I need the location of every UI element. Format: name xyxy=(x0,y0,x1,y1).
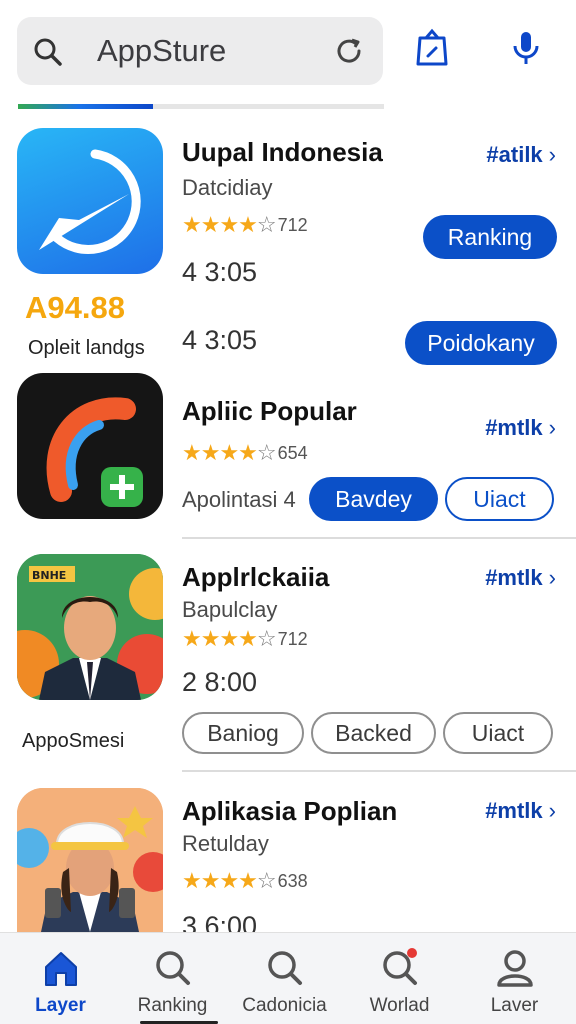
app-rating: ★★★★☆ 712 xyxy=(182,212,308,238)
rating-count: 712 xyxy=(277,628,308,649)
app-link-label[interactable]: #mtlk xyxy=(485,565,542,590)
chevron-right-icon: › xyxy=(548,565,556,590)
app-link[interactable]: #mtlk › xyxy=(485,415,556,441)
chevron-right-icon: › xyxy=(548,798,556,823)
search-icon xyxy=(155,951,190,985)
app-icon-applrlckaiia[interactable]: BNHE xyxy=(17,554,163,700)
app-time-secondary: 4 3:05 xyxy=(182,325,258,355)
ranking-button[interactable]: Ranking xyxy=(423,215,557,259)
app-time: 4 3:05 xyxy=(182,257,258,287)
app-developer: Bapulclay xyxy=(182,597,278,622)
paper-plane-clock-icon xyxy=(39,149,141,255)
app-link[interactable]: #atilk › xyxy=(486,142,556,168)
search-notification-icon xyxy=(382,948,417,985)
home-icon xyxy=(44,952,77,986)
refresh-icon[interactable] xyxy=(333,35,365,67)
app-developer: Apolintasi 4 xyxy=(182,487,296,512)
app-title[interactable]: Aplikasia Poplian xyxy=(182,796,397,827)
tab-label: Layer xyxy=(35,995,86,1016)
poidokany-button[interactable]: Poidokany xyxy=(405,321,557,365)
microphone-icon[interactable] xyxy=(506,28,546,68)
app-price: A94.88 xyxy=(25,290,125,325)
person-icon xyxy=(496,950,533,987)
rating-count: 654 xyxy=(277,442,308,463)
app-link-label[interactable]: #mtlk xyxy=(485,798,542,823)
rating-count: 638 xyxy=(277,870,308,891)
tab-worlad[interactable]: Worlad xyxy=(342,933,457,1024)
tab-laver[interactable]: Laver xyxy=(457,933,572,1024)
app-caption: AppoSmesi xyxy=(22,730,125,752)
tab-cadonicia[interactable]: Cadonicia xyxy=(227,933,342,1024)
search-icon xyxy=(34,38,62,66)
chevron-right-icon: › xyxy=(548,142,556,167)
app-rating: ★★★★☆ 638 xyxy=(182,868,308,894)
uiact-button[interactable]: Uiact xyxy=(443,712,553,754)
rating-stars-icon: ★★★★☆ xyxy=(182,440,277,465)
app-developer: Datcidiay xyxy=(182,175,273,200)
uiact-button[interactable]: Uiact xyxy=(445,477,554,521)
app-link-label[interactable]: #mtlk xyxy=(485,415,542,440)
arc-plus-icon xyxy=(46,397,143,507)
tab-label: Ranking xyxy=(137,995,208,1016)
chevron-right-icon: › xyxy=(548,415,556,440)
app-icon-aplikasia[interactable] xyxy=(17,788,163,932)
app-developer: Retulday xyxy=(182,831,269,856)
top-bar: AppSture xyxy=(0,0,576,109)
loading-progress-bar xyxy=(18,104,384,109)
tab-label: Cadonicia xyxy=(242,995,327,1016)
progress-fill xyxy=(18,104,154,109)
tab-ranking[interactable]: Ranking xyxy=(115,933,230,1024)
search-field[interactable]: AppSture xyxy=(17,17,383,85)
list-divider xyxy=(182,770,576,772)
rating-count: 712 xyxy=(277,214,308,235)
app-title[interactable]: Apliic Popular xyxy=(182,396,357,427)
app-link[interactable]: #mtlk › xyxy=(485,565,556,591)
app-title[interactable]: Applrlckaiia xyxy=(182,562,329,593)
search-icon xyxy=(267,951,302,985)
tab-label: Worlad xyxy=(369,995,430,1016)
app-link-label[interactable]: #atilk xyxy=(486,142,542,167)
app-icon-apliic[interactable] xyxy=(17,373,163,519)
list-divider xyxy=(182,537,576,539)
search-input[interactable]: AppSture xyxy=(97,33,226,69)
app-title[interactable]: Uupal Indonesia xyxy=(182,137,383,168)
tab-label: Laver xyxy=(490,995,539,1016)
man-avatar-icon: BNHE xyxy=(17,554,163,700)
rating-stars-icon: ★★★★☆ xyxy=(182,868,277,893)
rating-stars-icon: ★★★★☆ xyxy=(182,212,277,237)
baniog-button[interactable]: Baniog xyxy=(182,712,304,754)
app-rating: ★★★★☆ 654 xyxy=(182,440,308,466)
worker-avatar-icon xyxy=(17,788,163,932)
bavdey-button[interactable]: Bavdey xyxy=(309,477,438,521)
app-link[interactable]: #mtlk › xyxy=(485,798,556,824)
edit-bag-icon[interactable] xyxy=(412,28,452,68)
app-icon-uupal[interactable] xyxy=(17,128,163,274)
app-time: 2 8:00 xyxy=(182,667,258,697)
tab-layer[interactable]: Layer xyxy=(3,933,118,1024)
rating-stars-icon: ★★★★☆ xyxy=(182,626,277,651)
icon-badge: BNHE xyxy=(32,569,66,582)
app-caption: Opleit landgs xyxy=(28,337,145,359)
bottom-navigation: Layer Ranking Cadonicia Worlad Laver xyxy=(0,932,576,1024)
app-rating: ★★★★☆ 712 xyxy=(182,626,308,652)
backed-button[interactable]: Backed xyxy=(311,712,436,754)
